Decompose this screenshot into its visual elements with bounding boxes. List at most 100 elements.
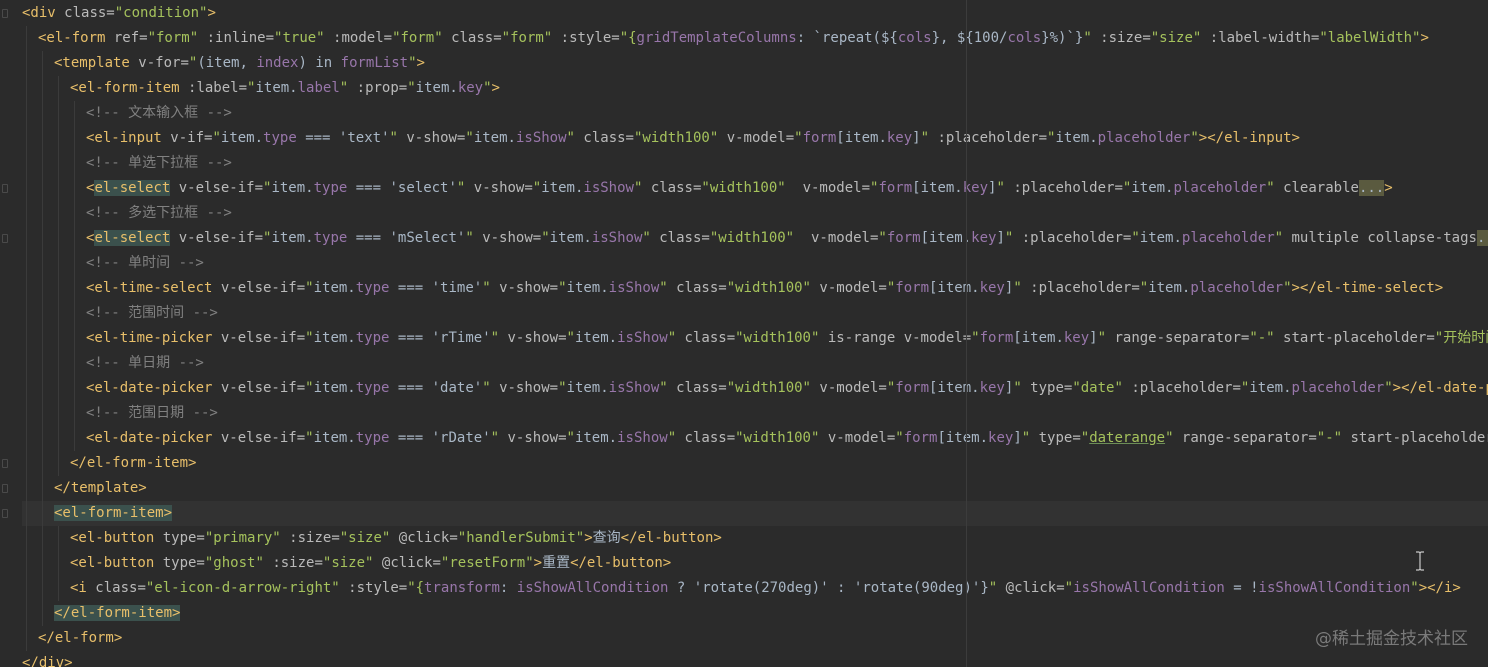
code-text: <el-time-select v-else-if="item.type ===… [86, 276, 1443, 301]
code-editor[interactable]: <div class="condition"> <el-form ref="for… [0, 0, 1488, 667]
code-token: <el-button [70, 555, 163, 571]
code-line[interactable]: <el-form-item> [0, 501, 1488, 526]
code-token: placeholder [1291, 380, 1385, 396]
code-line[interactable]: </el-form> [0, 626, 1488, 651]
code-line[interactable]: <el-form-item :label="item.label" :prop=… [0, 76, 1488, 101]
code-token: v-show= [406, 130, 466, 146]
indent-guide [58, 376, 59, 401]
indent-guide [74, 226, 75, 251]
fold-marker-icon[interactable] [2, 484, 8, 493]
code-token: item. [574, 330, 618, 346]
code-token: form [903, 430, 938, 446]
code-line[interactable]: <!-- 范围日期 --> [0, 401, 1488, 426]
code-area[interactable]: <div class="condition"> <el-form ref="for… [0, 0, 1488, 667]
code-line[interactable]: <el-time-picker v-else-if="item.type ===… [0, 326, 1488, 351]
code-token: el-select [94, 180, 171, 196]
code-token: " [465, 130, 474, 146]
code-token: ] [1089, 330, 1098, 346]
fold-marker-icon[interactable] [2, 459, 8, 468]
code-line[interactable]: <el-date-picker v-else-if="item.type ===… [0, 426, 1488, 451]
code-token: :model= [333, 30, 393, 46]
code-token: :style= [348, 580, 408, 596]
code-text: <i class="el-icon-d-arrow-right" :style=… [70, 576, 1461, 601]
code-line[interactable]: <!-- 多选下拉框 --> [0, 201, 1488, 226]
fold-marker-icon[interactable] [2, 184, 8, 193]
code-line[interactable]: <el-select v-else-if="item.type === 'mSe… [0, 226, 1488, 251]
code-line[interactable]: </el-form-item> [0, 601, 1488, 626]
code-line[interactable]: <!-- 单时间 --> [0, 251, 1488, 276]
code-token: "resetForm" [440, 555, 534, 571]
code-token: item. [1139, 230, 1182, 246]
code-token: "width100" [701, 180, 803, 196]
code-line[interactable]: </template> [0, 476, 1488, 501]
code-token: > [584, 530, 593, 546]
indent-guide [58, 76, 59, 101]
code-line[interactable]: </el-form-item> [0, 451, 1488, 476]
code-line[interactable]: <!-- 范围时间 --> [0, 301, 1488, 326]
code-token: key [979, 380, 1005, 396]
code-line[interactable]: <el-date-picker v-else-if="item.type ===… [0, 376, 1488, 401]
code-text: <el-date-picker v-else-if="item.type ===… [86, 426, 1488, 451]
code-line[interactable]: <el-form ref="form" :inline="true" :mode… [0, 26, 1488, 51]
indent-guide [74, 426, 75, 451]
code-token: "width100" [726, 280, 820, 296]
code-line[interactable]: <!-- 单选下拉框 --> [0, 151, 1488, 176]
code-line[interactable]: <el-input v-if="item.type === 'text'" v-… [0, 126, 1488, 151]
code-token: :prop= [356, 80, 408, 96]
indent-guide [26, 401, 27, 426]
code-token: v-else-if= [170, 230, 264, 246]
code-token: " [566, 330, 575, 346]
indent-guide [42, 76, 43, 101]
code-token: clearable [1283, 180, 1359, 196]
code-token: placeholder [1097, 130, 1191, 146]
code-token: </el-form> [38, 630, 123, 646]
code-token: <!-- 单日期 --> [86, 355, 204, 371]
code-token: " [532, 180, 542, 196]
indent-guide [26, 126, 27, 151]
code-token: "开始时间" [1434, 330, 1488, 346]
indent-guide [26, 301, 27, 326]
code-token: form [895, 380, 929, 396]
code-line[interactable]: <!-- 文本输入框 --> [0, 101, 1488, 126]
indent-guide [26, 476, 27, 501]
code-token: 'time' [431, 280, 483, 296]
code-token: " [996, 180, 1014, 196]
indent-guide [42, 501, 43, 526]
code-line[interactable]: <el-button type="ghost" :size="size" @cl… [0, 551, 1488, 576]
folded-code-marker[interactable]: ... [1476, 230, 1488, 246]
code-line[interactable]: <el-time-select v-else-if="item.type ===… [0, 276, 1488, 301]
code-line[interactable]: <div class="condition"> [0, 1, 1488, 26]
code-token: > [491, 80, 500, 96]
code-token: "width100" [735, 330, 828, 346]
code-token: item. [271, 230, 314, 246]
code-token: "size" [322, 555, 382, 571]
code-token: v-show= [482, 230, 542, 246]
folded-code-marker[interactable]: ... [1358, 180, 1385, 196]
code-token: ] [912, 130, 921, 146]
code-line[interactable]: <i class="el-icon-d-arrow-right" :style=… [0, 576, 1488, 601]
fold-marker-icon[interactable] [2, 234, 8, 243]
code-token: cols [1007, 30, 1042, 46]
code-token: el-select [94, 230, 171, 246]
fold-marker-icon[interactable] [2, 509, 8, 518]
code-token: [item. [912, 180, 963, 196]
code-token: <!-- 多选下拉框 --> [86, 205, 232, 221]
fold-marker-icon[interactable] [2, 9, 8, 18]
code-line[interactable]: <!-- 单日期 --> [0, 351, 1488, 376]
code-token: form [802, 130, 837, 146]
code-token: transform [424, 580, 500, 596]
code-token: <!-- 单选下拉框 --> [86, 155, 232, 171]
code-token: " [566, 130, 584, 146]
code-line[interactable]: </div> [0, 651, 1488, 667]
indent-guide [42, 376, 43, 401]
code-token: </template> [54, 480, 147, 496]
code-line[interactable]: <template v-for= " (item, index) in formLi… [0, 51, 1488, 76]
code-line[interactable]: <el-button type="primary" :size="size" @… [0, 526, 1488, 551]
indent-guide [42, 451, 43, 476]
code-token: key [971, 230, 997, 246]
code-token: class= [64, 5, 115, 21]
code-token: isShow [583, 180, 634, 196]
code-token: === [347, 180, 390, 196]
indent-guide [58, 451, 59, 476]
code-line[interactable]: <el-select v-else-if="item.type === 'sel… [0, 176, 1488, 201]
